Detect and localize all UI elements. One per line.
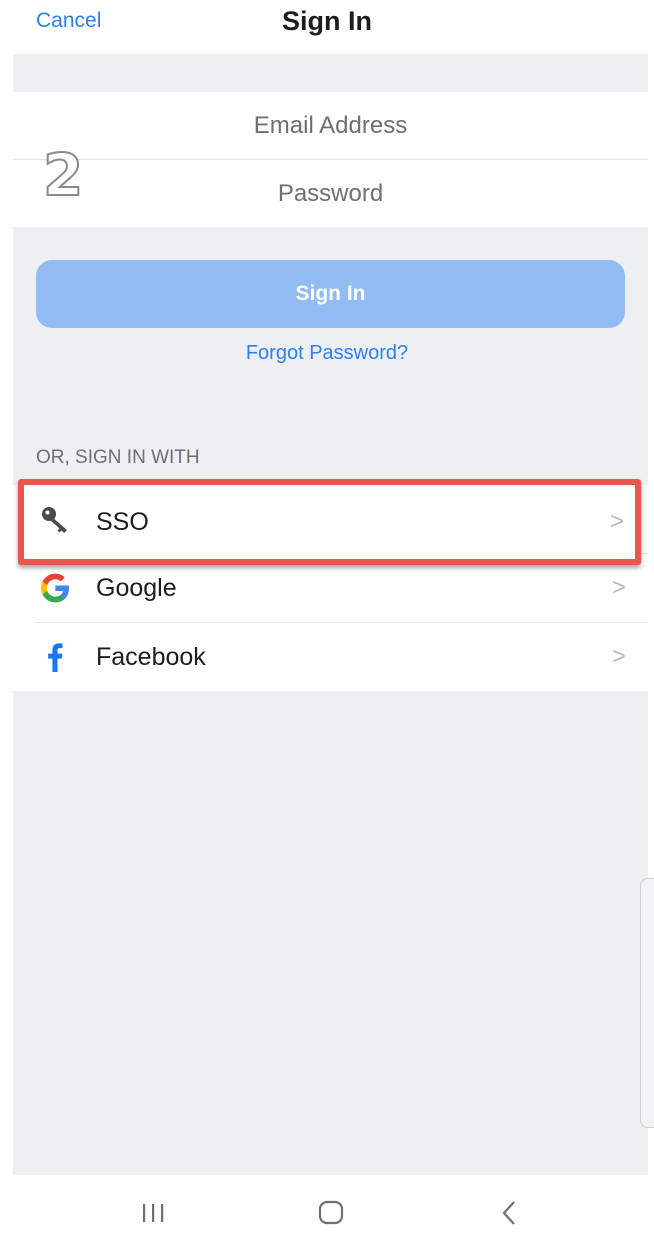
home-icon[interactable] (312, 1193, 352, 1233)
option-label: Facebook (96, 643, 206, 671)
page-title: Sign In (282, 6, 372, 36)
system-navigation-bar (0, 1175, 654, 1246)
password-field[interactable]: Password (13, 160, 648, 227)
facebook-icon (48, 643, 63, 672)
option-facebook[interactable]: Facebook > (13, 623, 648, 691)
google-icon (41, 573, 69, 603)
section-label: OR, SIGN IN WITH (36, 447, 200, 468)
recent-apps-icon[interactable] (133, 1193, 173, 1233)
option-sso[interactable]: SSO > (18, 479, 641, 565)
header: Cancel Sign In (0, 0, 654, 54)
forgot-password-link[interactable]: Forgot Password? (0, 342, 654, 365)
credentials-form: Email Address Password (13, 92, 648, 227)
key-icon (42, 507, 67, 533)
option-label: SSO (96, 508, 149, 536)
side-panel-handle[interactable] (640, 878, 654, 1128)
sign-in-screen: Cancel Sign In Email Address Password 2 … (0, 0, 654, 1246)
email-field[interactable]: Email Address (13, 92, 648, 159)
chevron-right-icon: > (609, 508, 624, 535)
chevron-right-icon: > (611, 643, 626, 670)
back-icon[interactable] (490, 1193, 530, 1233)
step-number-annotation: 2 (42, 141, 84, 209)
sign-in-button[interactable]: Sign In (36, 260, 625, 328)
